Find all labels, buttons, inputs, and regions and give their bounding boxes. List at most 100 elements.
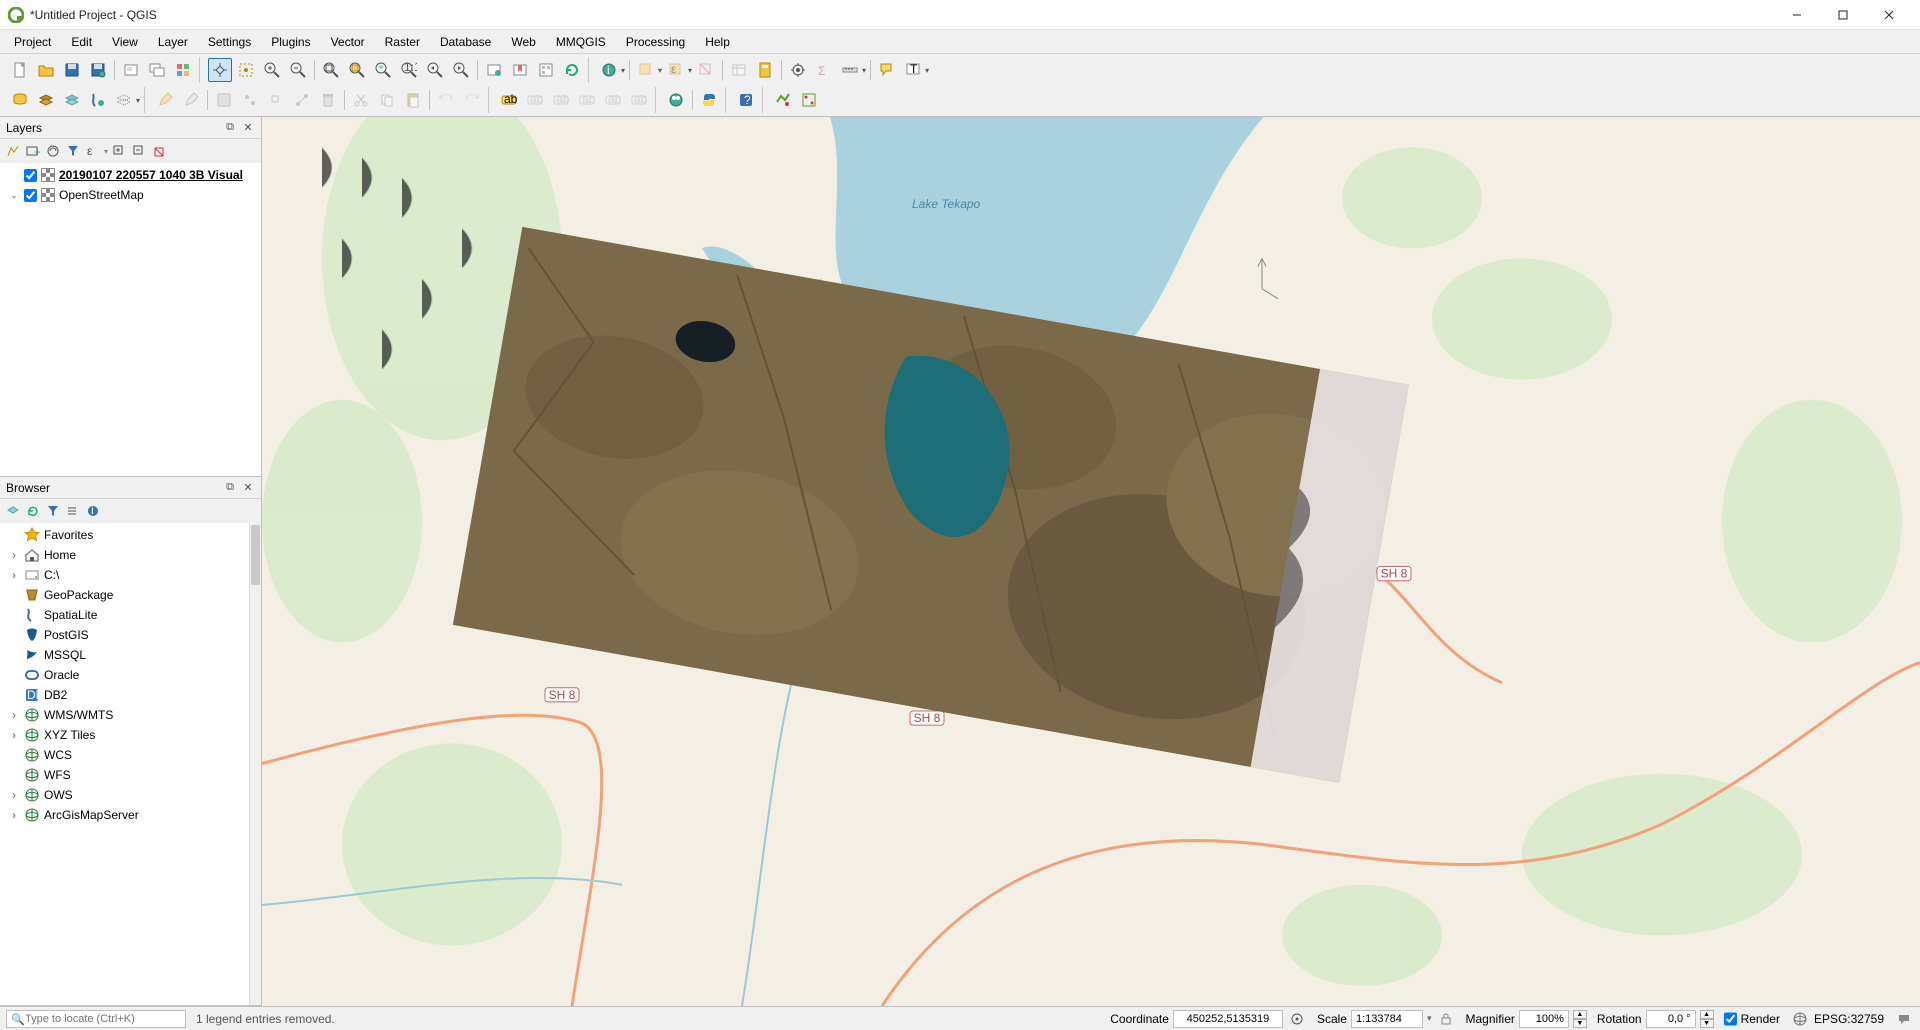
filter-legend-button[interactable] (64, 142, 82, 160)
layer-row[interactable]: 20190107 220557 1040 3B Visual (4, 165, 257, 185)
browser-scrollbar[interactable] (249, 523, 261, 1005)
refresh-button[interactable] (560, 58, 584, 82)
browser-item-label[interactable]: WFS (44, 768, 71, 782)
undock-panel-button[interactable]: ⧉ (221, 479, 239, 497)
filter-browser-button[interactable] (44, 502, 62, 520)
show-layout-manager-button[interactable] (145, 58, 169, 82)
browser-item-label[interactable]: GeoPackage (44, 588, 113, 602)
browser-item-label[interactable]: ArcGisMapServer (44, 808, 139, 822)
layer-visibility-checkbox[interactable] (24, 169, 37, 182)
browser-item-label[interactable]: OWS (44, 788, 73, 802)
scale-input[interactable] (1351, 1010, 1423, 1028)
browser-item-label[interactable]: Home (44, 548, 76, 562)
georeferencer-button[interactable] (797, 88, 821, 112)
metasearch-button[interactable] (664, 88, 688, 112)
statistics-button[interactable]: Σ (812, 58, 836, 82)
menu-raster[interactable]: Raster (375, 32, 430, 52)
filter-legend-expression-button[interactable]: ε (84, 142, 102, 160)
menu-layer[interactable]: Layer (148, 32, 198, 52)
browser-item[interactable]: Oracle (4, 665, 245, 685)
select-by-value-button[interactable]: ε (664, 58, 688, 82)
menu-settings[interactable]: Settings (198, 32, 261, 52)
new-geopackage-layer-button[interactable] (34, 88, 58, 112)
messages-button[interactable] (1894, 1009, 1914, 1029)
browser-item[interactable]: GeoPackage (4, 585, 245, 605)
undock-panel-button[interactable]: ⧉ (221, 119, 239, 137)
browser-item[interactable]: ›XYZ Tiles (4, 725, 245, 745)
identify-button[interactable]: i (597, 58, 621, 82)
browser-item[interactable]: ›ArcGisMapServer (4, 805, 245, 825)
browser-item[interactable]: PostGIS (4, 625, 245, 645)
new-spatial-bookmark-button[interactable] (508, 58, 532, 82)
save-project-button[interactable] (60, 58, 84, 82)
browser-item-label[interactable]: Oracle (44, 668, 79, 682)
menu-processing[interactable]: Processing (616, 32, 695, 52)
expand-all-button[interactable] (110, 142, 128, 160)
browser-item-label[interactable]: SpatiaLite (44, 608, 97, 622)
zoom-next-button[interactable] (449, 58, 473, 82)
toggle-extents-button[interactable] (1287, 1009, 1307, 1029)
magnifier-spinner[interactable]: ▲▼ (1573, 1010, 1587, 1028)
browser-item-label[interactable]: C:\ (44, 568, 59, 582)
save-project-as-button[interactable] (86, 58, 110, 82)
browser-item[interactable]: ›WMS/WMTS (4, 705, 245, 725)
zoom-in-button[interactable] (260, 58, 284, 82)
dropdown-icon[interactable]: ▾ (658, 66, 662, 75)
collapse-all-browser-button[interactable] (64, 502, 82, 520)
new-map-view-button[interactable] (482, 58, 506, 82)
remove-layer-button[interactable] (150, 142, 168, 160)
render-checkbox[interactable] (1724, 1010, 1737, 1028)
text-annotation-button[interactable]: T (901, 58, 925, 82)
dropdown-icon[interactable]: ▾ (621, 66, 625, 75)
browser-item[interactable]: ›C:\ (4, 565, 245, 585)
deselect-all-button[interactable] (694, 58, 718, 82)
menu-plugins[interactable]: Plugins (261, 32, 320, 52)
toolbox-button[interactable] (786, 58, 810, 82)
rotation-input[interactable] (1646, 1010, 1696, 1028)
expand-icon[interactable]: › (8, 788, 20, 802)
maximize-button[interactable] (1820, 0, 1866, 30)
map-canvas[interactable]: SH 8 SH 8 SH 8 Lake Tekapo Lake Alexandr… (262, 117, 1920, 1006)
browser-item-label[interactable]: MSSQL (44, 648, 86, 662)
properties-widget-button[interactable]: i (84, 502, 102, 520)
zoom-to-selection-button[interactable] (345, 58, 369, 82)
pan-button[interactable] (208, 58, 232, 82)
rotation-spinner[interactable]: ▲▼ (1700, 1010, 1714, 1028)
lock-scale-button[interactable] (1436, 1009, 1456, 1029)
expand-icon[interactable]: › (8, 548, 20, 562)
browser-item-label[interactable]: Favorites (44, 528, 93, 542)
expand-icon[interactable]: › (8, 728, 20, 742)
browser-item[interactable]: MSSQL (4, 645, 245, 665)
new-project-button[interactable] (8, 58, 32, 82)
browser-item-label[interactable]: DB2 (44, 688, 67, 702)
open-attribute-table-button[interactable] (727, 58, 751, 82)
menu-mmqgis[interactable]: MMQGIS (546, 32, 616, 52)
close-button[interactable] (1866, 0, 1912, 30)
pan-to-selection-button[interactable] (234, 58, 258, 82)
new-shapefile-layer-button[interactable] (60, 88, 84, 112)
locator-input[interactable] (11, 1013, 167, 1025)
browser-item[interactable]: Favorites (4, 525, 245, 545)
close-panel-button[interactable]: ✕ (239, 479, 257, 497)
menu-web[interactable]: Web (501, 32, 545, 52)
help-button[interactable]: ? (734, 88, 758, 112)
dropdown-icon[interactable]: ▾ (688, 66, 692, 75)
dropdown-icon[interactable]: ▾ (925, 66, 929, 75)
python-console-button[interactable] (697, 88, 721, 112)
browser-item[interactable]: DB2DB2 (4, 685, 245, 705)
data-source-manager-button[interactable] (8, 88, 32, 112)
refresh-browser-button[interactable] (24, 502, 42, 520)
zoom-to-layer-button[interactable] (371, 58, 395, 82)
field-calculator-button[interactable] (753, 58, 777, 82)
zoom-out-button[interactable] (286, 58, 310, 82)
menu-project[interactable]: Project (4, 32, 61, 52)
browser-item[interactable]: SpatiaLite (4, 605, 245, 625)
new-spatialite-layer-button[interactable] (86, 88, 110, 112)
browser-item[interactable]: WCS (4, 745, 245, 765)
layer-name[interactable]: 20190107 220557 1040 3B Visual (59, 168, 243, 182)
label-toolbar-layer-button[interactable]: abc (497, 88, 521, 112)
dropdown-icon[interactable]: ▾ (136, 96, 140, 105)
layer-row[interactable]: ⌄OpenStreetMap (4, 185, 257, 205)
select-features-button[interactable] (634, 58, 658, 82)
add-layer-button[interactable] (4, 502, 22, 520)
